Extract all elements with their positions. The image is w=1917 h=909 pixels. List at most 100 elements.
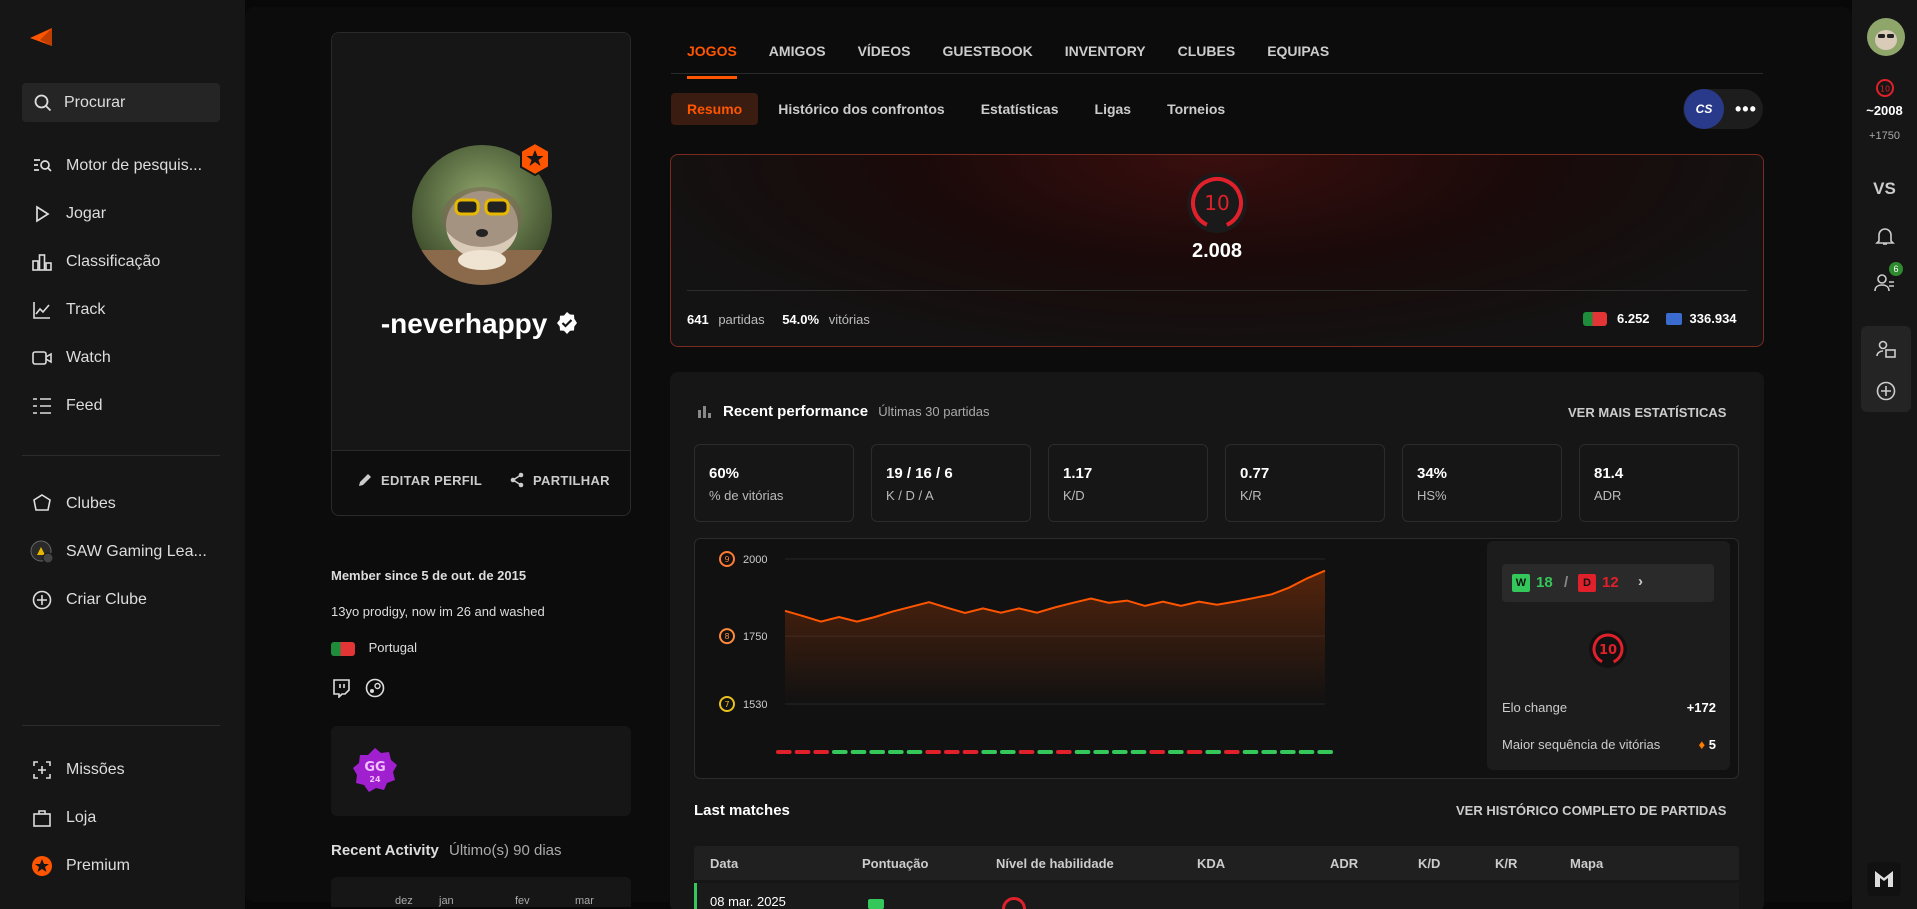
win-loss-summary[interactable]: W 18 / D 12 › (1502, 564, 1714, 602)
match-result-marker[interactable] (1074, 750, 1091, 754)
elo-divider (687, 290, 1747, 291)
match-result-marker[interactable] (1130, 750, 1147, 754)
match-result-marker[interactable] (962, 750, 979, 754)
match-result-marker[interactable] (1298, 750, 1315, 754)
match-result-marker[interactable] (1168, 750, 1184, 754)
share-button[interactable]: PARTILHAR (509, 472, 610, 488)
recent-activity-title: Recent Activity (331, 842, 439, 859)
tab-guestbook[interactable]: GUESTBOOK (942, 43, 1032, 73)
tab-inventory[interactable]: INVENTORY (1065, 43, 1146, 73)
match-result-marker[interactable] (1018, 750, 1035, 754)
bell-icon[interactable] (1875, 226, 1895, 246)
profile-tabs: JOGOS AMIGOS VÍDEOS GUESTBOOK INVENTORY … (687, 43, 1361, 79)
match-result-marker[interactable] (832, 750, 848, 754)
match-result-marker[interactable] (1093, 750, 1109, 754)
match-result-marker[interactable] (1037, 750, 1053, 754)
col-data[interactable]: Data (710, 856, 738, 871)
match-result-marker[interactable] (869, 750, 885, 754)
faceit-logo[interactable] (28, 26, 54, 53)
subtab-torneios[interactable]: Torneios (1151, 93, 1241, 125)
match-result-marker[interactable] (1242, 750, 1259, 754)
nav-classificacao[interactable]: Classificação (30, 250, 160, 274)
nav-saw-club[interactable]: SAW Gaming Lea... (30, 540, 207, 564)
more-stats-link[interactable]: VER MAIS ESTATÍSTICAS (1568, 405, 1726, 420)
col-kr[interactable]: K/R (1495, 856, 1517, 871)
nav-feed[interactable]: Feed (30, 394, 102, 418)
more-options-icon[interactable]: ••• (1735, 99, 1757, 120)
tab-videos[interactable]: VÍDEOS (858, 43, 911, 73)
vs-button[interactable]: VS (1852, 179, 1917, 199)
match-result-marker[interactable] (1186, 750, 1203, 754)
subtab-ligas[interactable]: Ligas (1079, 93, 1148, 125)
tab-clubes[interactable]: CLUBES (1178, 43, 1236, 73)
match-result-marker[interactable] (1280, 750, 1296, 754)
faceit-anticheat-icon[interactable] (1867, 862, 1901, 896)
match-result-marker[interactable] (1317, 750, 1333, 754)
col-kda[interactable]: KDA (1197, 856, 1225, 871)
match-result-marker[interactable] (776, 750, 792, 754)
svg-text:24: 24 (369, 775, 381, 784)
steam-icon[interactable] (365, 678, 385, 698)
nav-loja[interactable]: Loja (30, 806, 96, 830)
search-button[interactable]: Procurar (22, 83, 220, 122)
match-result-marker[interactable] (1205, 750, 1221, 754)
match-result-marker[interactable] (1224, 750, 1240, 754)
clubs-icon (30, 492, 54, 516)
nav-motor[interactable]: Motor de pesquis... (30, 154, 202, 178)
col-mapa[interactable]: Mapa (1570, 856, 1603, 871)
match-result-marker[interactable] (794, 750, 811, 754)
elo-change-label: Elo change (1502, 700, 1568, 715)
match-result-marker[interactable] (850, 750, 867, 754)
stat-card: 19 / 16 / 6 K / D / A (871, 444, 1031, 522)
table-row[interactable]: 08 mar. 2025 (694, 883, 1739, 909)
nav-criar-clube[interactable]: Criar Clube (30, 588, 147, 612)
nav-premium[interactable]: Premium (30, 854, 130, 878)
edit-profile-button[interactable]: EDITAR PERFIL (357, 472, 482, 488)
tab-amigos[interactable]: AMIGOS (769, 43, 826, 73)
nav-missoes[interactable]: Missões (30, 758, 125, 782)
subtab-historico[interactable]: Histórico dos confrontos (762, 93, 960, 125)
cs2-game-icon[interactable]: CS (1684, 89, 1724, 129)
nav-watch[interactable]: Watch (30, 346, 111, 370)
stat-label: % de vitórias (709, 488, 784, 503)
col-nivel[interactable]: Nível de habilidade (996, 856, 1114, 871)
match-result-marker[interactable] (1056, 750, 1072, 754)
match-result-marker[interactable] (1261, 750, 1277, 754)
nav-clubes[interactable]: Clubes (30, 492, 116, 516)
nav-jogar[interactable]: Jogar (30, 202, 106, 226)
col-kd[interactable]: K/D (1418, 856, 1440, 871)
region-icon (1665, 312, 1682, 325)
user-avatar[interactable] (1867, 18, 1905, 56)
game-selector[interactable]: CS ••• (1683, 89, 1763, 129)
match-result-marker[interactable] (981, 750, 997, 754)
activity-calendar: dez jan fev mar (331, 877, 631, 907)
username-text: -neverhappy (380, 308, 548, 339)
full-history-link[interactable]: VER HISTÓRICO COMPLETO DE PARTIDAS (1456, 803, 1726, 818)
match-result-marker[interactable] (888, 750, 904, 754)
match-result-marker[interactable] (1149, 750, 1165, 754)
streak-value: ♦ 5 (1699, 737, 1716, 752)
match-result-marker[interactable] (944, 750, 960, 754)
country-rank[interactable]: 6.252 (1617, 311, 1650, 326)
sidebar-divider (22, 725, 220, 726)
gg24-badge-icon[interactable]: GG24 (351, 746, 399, 794)
win-loss-separator: / (1564, 574, 1569, 591)
subtab-estatisticas[interactable]: Estatísticas (965, 93, 1075, 125)
match-result-marker[interactable] (1112, 750, 1128, 754)
match-result-marker[interactable] (906, 750, 923, 754)
party-icon[interactable] (1875, 338, 1897, 360)
match-result-marker[interactable] (925, 750, 941, 754)
col-adr[interactable]: ADR (1330, 856, 1358, 871)
tab-equipas[interactable]: EQUIPAS (1267, 43, 1329, 73)
stat-value: 60% (709, 465, 740, 482)
tab-jogos[interactable]: JOGOS (687, 43, 737, 79)
plus-circle-icon[interactable] (1876, 381, 1896, 401)
subtab-resumo[interactable]: Resumo (671, 93, 759, 125)
col-pontuacao[interactable]: Pontuação (862, 856, 928, 871)
match-result-marker[interactable] (1000, 750, 1016, 754)
match-result-marker[interactable] (813, 750, 829, 754)
twitch-icon[interactable] (331, 678, 351, 698)
region-rank[interactable]: 336.934 (1690, 311, 1737, 326)
nav-track[interactable]: Track (30, 298, 105, 322)
rankings: 6.252 336.934 (1583, 311, 1737, 326)
